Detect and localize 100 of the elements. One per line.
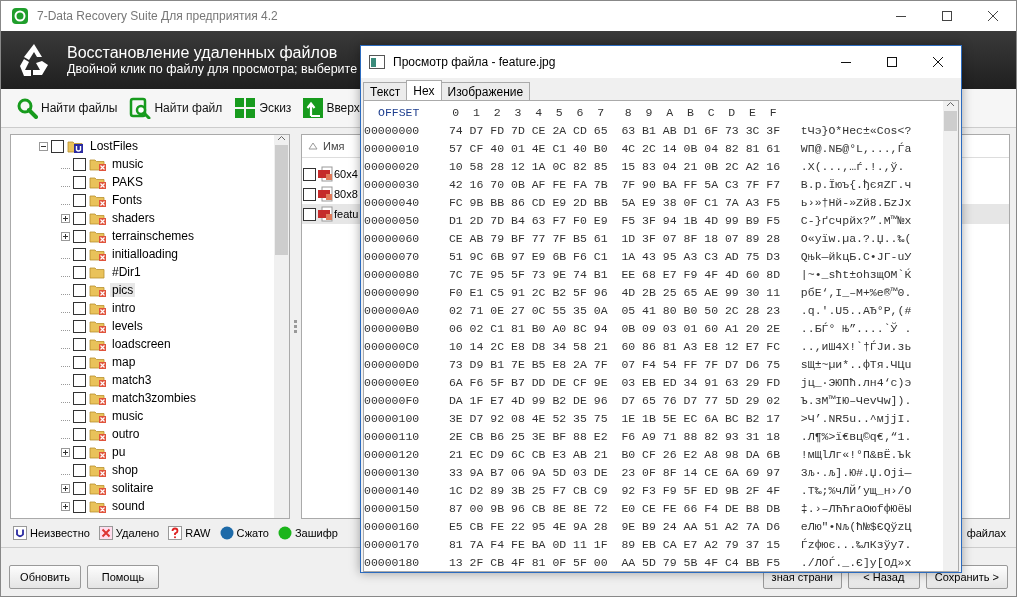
header-subtitle: Двойной клик по файлу для просмотра; выберите	[67, 62, 358, 76]
column-label: A	[665, 105, 675, 119]
offset-cell-text: 000000D0	[364, 357, 421, 371]
ascii-text: еЛю"•Nљ(ћ№$ЄQўzЦ	[800, 519, 912, 533]
column-label: D	[727, 105, 737, 119]
hex-bytes: FC 9B BB 86 CD E9 2D BB 5A E9 38 0F C1 7A A3 F5	[448, 195, 781, 209]
offset-cell-text: 00000110	[364, 429, 421, 443]
ascii-text: .Л¶%>ї€вц©q€‚“1.	[800, 429, 912, 443]
hex-bytes: 10 58 28 12 1A 0C 82 85 15 83 04 21 0B 2C A2 16	[448, 159, 781, 173]
file-name: featu	[334, 208, 359, 220]
dialog-title: Просмотр файла - feature.jpg	[393, 55, 556, 69]
column-label: 5	[554, 105, 564, 119]
ascii-text: jц_·ЭЮПћ.лн4‘c)э	[800, 375, 912, 389]
hex-bytes: 06 02 C1 81 B0 A0 8C 94 0B 09 03 01 60 A1 20 2E	[448, 321, 781, 335]
column-label: 0	[451, 105, 461, 119]
hex-bytes: DA 1F E7 4D 99 B2 DE 96 D7 65 76 D7 77 5D 29 02	[448, 393, 781, 407]
hex-bytes: 2E CB B6 25 3E BF 88 E2 F6 A9 71 88 82 93 31 18	[448, 429, 781, 443]
window-title: 7-Data Recovery Suite Для предприятия 4.2	[37, 9, 278, 23]
offset-cell-text: 00000170	[364, 537, 421, 551]
column-label: C	[706, 105, 716, 119]
offset-cell-text: 00000150	[364, 501, 421, 515]
header-title: Восстановление удаленных файлов	[67, 44, 339, 62]
offset-cell-text: 00000020	[364, 159, 421, 173]
offset-cell-text: 00000130	[364, 465, 421, 479]
offset-cell-text: 00000090	[364, 285, 421, 299]
offset-cell-text: 00000180	[364, 555, 421, 569]
hex-bytes: 02 71 0E 27 0C 55 35 0A 05 41 80 B0 50 2C 28 23	[448, 303, 781, 317]
hex-bytes: E5 CB FE 22 95 4E 9A 28 9E B9 24 AA 51 A2 7A D6	[448, 519, 781, 533]
legend-label: Удалено	[115, 527, 160, 539]
hex-bytes: 33 9A B7 06 9A 5D 03 DE 23 0F 8F 14 CE 6A 69 97	[448, 465, 781, 479]
column-label: 8	[623, 105, 633, 119]
hex-bytes: 7C 7E 95 5F 73 9E 74 B1 EE 68 E7 F9 4F 4D 60 8D	[448, 267, 781, 281]
offset-cell-text: 00000000	[364, 123, 421, 137]
offset-cell-text: 000000C0	[364, 339, 421, 353]
column-label: B	[685, 105, 695, 119]
offset-cell-text: 00000050	[364, 213, 421, 227]
hex-bytes: 42 16 70 0B AF FE FA 7B 7F 90 BA FF 5A C3 7F F7	[448, 177, 781, 191]
ascii-text: О«yїw.µa.?.Џ..‰(	[800, 231, 912, 245]
ascii-text: ..,иШ4X!`†ЃJи.зь	[800, 339, 912, 353]
offset-cell-text: 000000A0	[364, 303, 421, 317]
hex-bytes: 1C D2 89 3B 25 F7 CB C9 92 F3 F9 5F ED 9B 2F 4F	[448, 483, 781, 497]
ascii-text: WП@.NБ@°L,...,Ѓa	[800, 141, 912, 155]
offset-cell-text: 00000040	[364, 195, 421, 209]
offset-cell-text: 00000080	[364, 267, 421, 281]
legend-label: Зашифр	[294, 527, 338, 539]
offset-cell-text: 000000F0	[364, 393, 421, 407]
hex-bytes: F0 E1 C5 91 2C B2 5F 96 4D 2B 25 65 AE 99 30 11	[448, 285, 781, 299]
ascii-text: Ѓzфює...‰лКзўy7.	[800, 537, 912, 551]
hex-bytes: 74 D7 FD 7D CE 2A CD 65 63 B1 AB D1 6F 73 3C 3F	[448, 123, 781, 137]
ascii-text: >Ч’.NR5u..^мjjІ.	[800, 411, 912, 425]
hex-bytes: 87 00 9B 96 CB 8E 8E 72 E0 CE FE 66 F4 DE B8 DB	[448, 501, 781, 515]
ascii-text: |~•_sћt±оhзщOM`Ќ	[800, 267, 912, 281]
ascii-text: .Т‰;%чЛЙ’ущ_н›/O	[800, 483, 912, 497]
column-label: 3	[513, 105, 523, 119]
hex-bytes: 3E D7 92 08 4E 52 35 75 1E 1B 5E EC 6A BC B2 17	[448, 411, 781, 425]
ascii-text: С-}ґcчрйх?”.М™№х	[800, 213, 912, 227]
file-name: 80x8	[334, 188, 358, 200]
ascii-text: ь›»†Нй-»Zй8.БzJх	[800, 195, 912, 209]
hex-bytes: CE AB 79 BF 77 7F B5 61 1D 3F 07 8F 18 07 89 28	[448, 231, 781, 245]
column-label: 1	[472, 105, 481, 119]
hex-bytes: 73 D9 B1 7E B5 E8 2A 7F 07 F4 54 FF 7F D7 D6 75	[448, 357, 781, 371]
hex-bytes: 21 EC D9 6C CB E3 AB 21 B0 CF 26 E2 A8 98 DA 6B	[448, 447, 781, 461]
column-label: 2	[492, 105, 502, 119]
file-count: файлах	[966, 527, 1006, 539]
hex-bytes: 6A F6 5F B7 DD DE CF 9E 03 EB ED 34 91 63 29 FD	[448, 375, 781, 389]
hex-bytes: 51 9C 6B 97 E9 6B F6 C1 1A 43 95 A3 C3 AD 75 D3	[448, 249, 781, 263]
offset-cell-text: 000000B0	[364, 321, 421, 335]
ascii-text: .X(...,…ѓ.!.,ў.	[800, 159, 905, 173]
offset-cell-text: 00000160	[364, 519, 421, 533]
ascii-text: Qњk—йkцБ.C•JГ-uУ	[800, 249, 912, 263]
ascii-text: !мЩlЛг«!°П&вЁ.Ъk	[800, 447, 912, 461]
hex-bytes: 81 7A F4 FE BA 0D 11 1F 89 EB CA E7 A2 79 37 15	[448, 537, 781, 551]
hex-bytes: 10 14 2C E8 D8 34 58 21 60 86 81 A3 E8 12 E7 FC	[448, 339, 781, 353]
ascii-text: B.p.Їюъ{.ђєяZГ.ч	[800, 177, 912, 191]
offset-heading: OFFSET	[377, 105, 421, 119]
file-name: 60x4	[334, 168, 358, 180]
ascii-text: 3љ·.љ].Ю#.Џ.Oji—	[800, 465, 912, 479]
offset-cell-text: 00000140	[364, 483, 421, 497]
ascii-text: tЧэ}O*Hec±«Cos<?	[800, 123, 912, 137]
ascii-text: Ъ.зM™ІЮ–ЧevЧw]).	[800, 393, 912, 407]
legend-label: RAW	[185, 527, 211, 539]
legend-label: Сжато	[236, 527, 269, 539]
ascii-text: sЩ±~µи*..фTя.ЧЦu	[800, 357, 912, 371]
ascii-text: ‡.›–ЛЋЋrаОюfфЮёЫ	[800, 501, 912, 515]
hex-bytes: 57 CF 40 01 4E C1 40 B0 4C 2C 14 0B 04 82 81 61	[448, 141, 781, 155]
column-label: 7	[596, 105, 606, 119]
column-label: E	[748, 105, 757, 119]
ascii-text: .q.'.U5..AЂ°P,(#	[800, 303, 912, 317]
hex-bytes: D1 2D 7D B4 63 F7 F0 E9 F5 3F 94 1B 4D 99 B9 F5	[448, 213, 781, 227]
offset-cell-text: 00000030	[364, 177, 421, 191]
offset-cell-text: 00000120	[364, 447, 421, 461]
column-label: F	[768, 105, 778, 119]
offset-cell-text: 000000E0	[364, 375, 421, 389]
offset-cell-text: 00000100	[364, 411, 421, 425]
ascii-text: рбЕ‘,І_–M+%e®™0.	[800, 285, 912, 299]
offset-cell-text: 00000010	[364, 141, 421, 155]
legend-label: Неизвестно	[30, 527, 90, 539]
ascii-text: ..БЃ° Њ”....`Ў .	[800, 321, 912, 335]
column-label: 4	[534, 105, 544, 119]
offset-cell-text: 00000060	[364, 231, 421, 245]
